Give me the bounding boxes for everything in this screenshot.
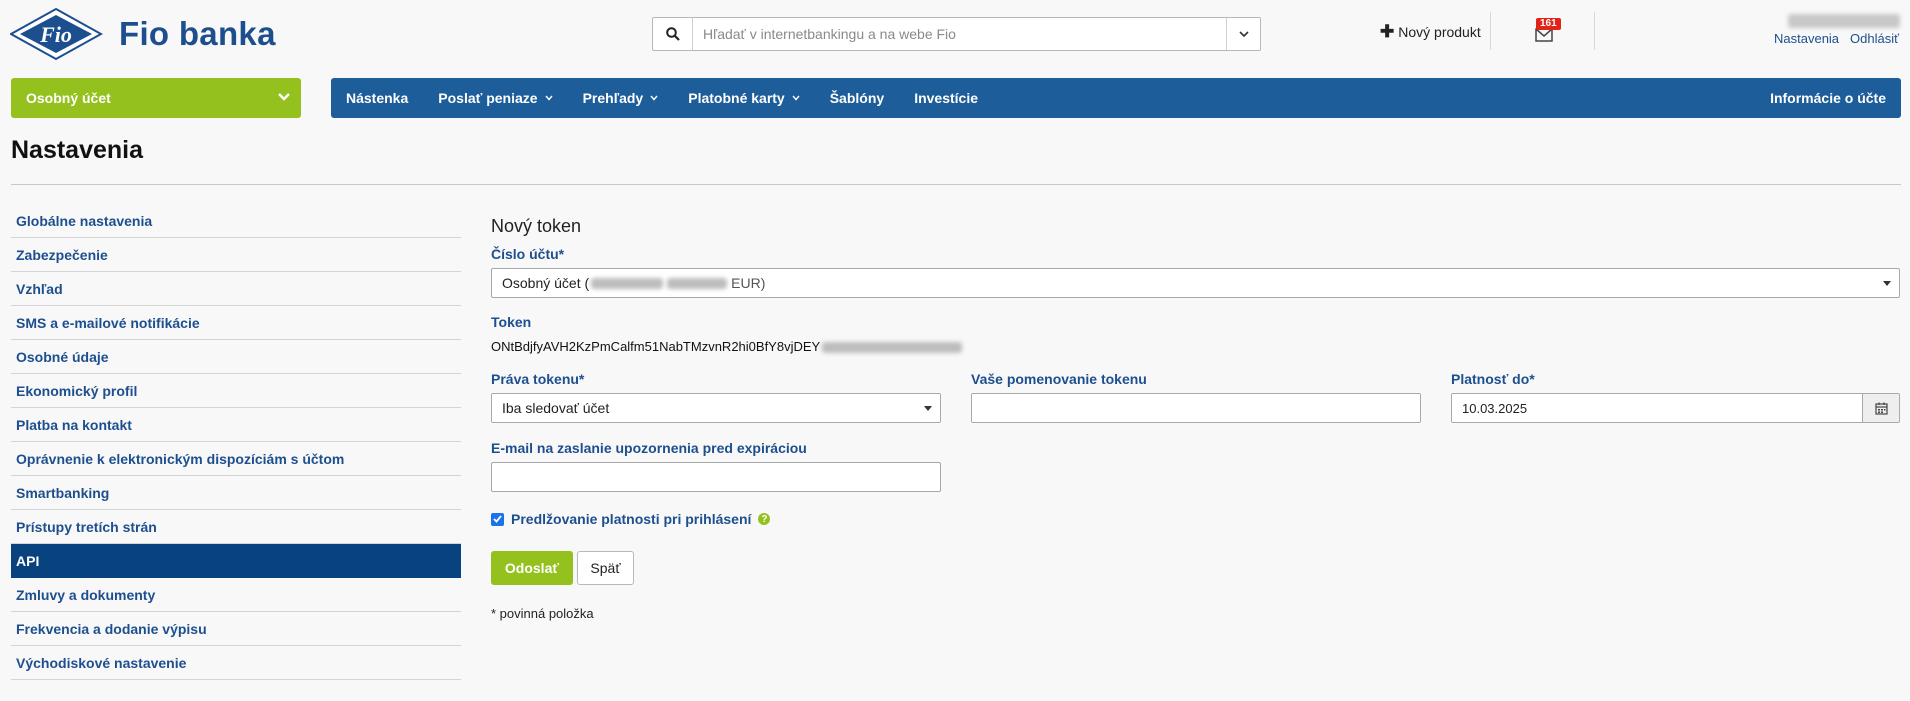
- validity-date-value: 10.03.2025: [1462, 400, 1528, 416]
- help-icon[interactable]: ?: [758, 513, 771, 525]
- user-name-redacted: [1788, 14, 1900, 28]
- validity-date-input[interactable]: 10.03.2025: [1451, 393, 1900, 423]
- token-name-input[interactable]: [971, 393, 1421, 423]
- nav-item-investments[interactable]: Investície: [899, 78, 993, 118]
- sidebar-item-default-settings[interactable]: Východiskové nastavenie: [11, 646, 461, 680]
- nav-label: Nástenka: [346, 90, 409, 106]
- nav-item-templates[interactable]: Šablóny: [815, 78, 899, 118]
- expiry-email-label: E-mail na zaslanie upozornenia pred expi…: [491, 440, 807, 456]
- sidebar-item-smartbanking[interactable]: Smartbanking: [11, 476, 461, 510]
- nav-item-overviews[interactable]: Prehľady: [568, 78, 674, 118]
- nav-item-send-money[interactable]: Poslať peniaze: [423, 78, 567, 118]
- page-title: Nastavenia: [11, 136, 144, 164]
- nav-label: Prehľady: [582, 90, 644, 106]
- account-value-prefix: Osobný účet (: [502, 275, 590, 291]
- token-label: Token: [491, 314, 532, 330]
- account-value-suffix: EUR): [731, 275, 766, 291]
- divider: [11, 184, 1901, 185]
- nav-item-account-info[interactable]: Informácie o účte: [1755, 78, 1901, 118]
- nav-label: Informácie o účte: [1770, 90, 1886, 106]
- main-nav: Nástenka Poslať peniaze Prehľady Platobn…: [331, 78, 1901, 118]
- redacted-account-number: [591, 277, 664, 289]
- caret-down-icon: [924, 406, 932, 411]
- sidebar-item-electronic-authorization[interactable]: Oprávnenie k elektronickým dispozíciám s…: [11, 442, 461, 476]
- sidebar-item-appearance[interactable]: Vzhľad: [11, 272, 461, 306]
- chevron-down-icon: [278, 93, 290, 101]
- token-value: ONtBdjfyAVH2KzPmCalfm51NabTMzvnR2hi0BfY8…: [491, 339, 964, 354]
- logout-link[interactable]: Odhlásiť: [1850, 31, 1899, 46]
- expiry-email-input[interactable]: [491, 462, 941, 492]
- nav-label: Investície: [914, 90, 979, 106]
- divider: [1594, 12, 1595, 50]
- back-button[interactable]: Späť: [577, 551, 634, 585]
- logo-mark-text: Fio: [39, 22, 72, 47]
- plus-icon: ✚: [1380, 22, 1395, 41]
- calendar-button[interactable]: [1862, 394, 1899, 422]
- sidebar-item-api[interactable]: API: [11, 544, 461, 578]
- brand-name: Fio banka: [119, 15, 276, 52]
- extend-validity-checkbox[interactable]: Predlžovanie platnosti pri prihlásení ?: [491, 511, 771, 527]
- token-name-label: Vaše pomenovanie tokenu: [971, 371, 1147, 387]
- sidebar-item-security[interactable]: Zabezpečenie: [11, 238, 461, 272]
- messages-count-badge: 161: [1536, 18, 1561, 30]
- new-product-label: Nový produkt: [1398, 24, 1481, 40]
- form-title: Nový token: [491, 216, 582, 236]
- account-selector[interactable]: Osobný účet: [11, 78, 301, 118]
- account-selector-label: Osobný účet: [26, 90, 111, 106]
- search-dropdown-button[interactable]: [1226, 18, 1260, 50]
- token-rights-value: Iba sledovať účet: [502, 400, 610, 416]
- extend-validity-label: Predlžovanie platnosti pri prihlásení: [511, 511, 752, 527]
- calendar-icon: [1874, 402, 1888, 415]
- chevron-down-icon: [792, 95, 800, 101]
- account-number-select[interactable]: Osobný účet ( EUR): [491, 268, 1900, 298]
- required-note: * povinná položka: [491, 606, 594, 621]
- settings-link[interactable]: Nastavenia: [1774, 31, 1839, 46]
- sidebar-item-economic-profile[interactable]: Ekonomický profil: [11, 374, 461, 408]
- token-rights-select[interactable]: Iba sledovať účet: [491, 393, 941, 423]
- fio-logo[interactable]: Fio Fio banka: [10, 7, 276, 61]
- nav-label: Šablóny: [829, 90, 885, 106]
- sidebar-item-statement-frequency[interactable]: Frekvencia a dodanie výpisu: [11, 612, 461, 646]
- top-links: Nastavenia Odhlásiť: [1774, 31, 1899, 46]
- account-number-label: Číslo účtu*: [491, 246, 565, 262]
- sidebar-item-third-party[interactable]: Prístupy tretích strán: [11, 510, 461, 544]
- nav-label: Platobné karty: [688, 90, 785, 106]
- checkbox-checked-icon[interactable]: [491, 512, 504, 526]
- sidebar-item-global[interactable]: Globálne nastavenia: [11, 204, 461, 238]
- submit-button[interactable]: Odoslať: [491, 551, 573, 585]
- nav-item-dashboard[interactable]: Nástenka: [331, 78, 423, 118]
- chevron-down-icon: [545, 95, 553, 101]
- caret-down-icon: [1883, 281, 1891, 286]
- settings-sidebar: Globálne nastavenia Zabezpečenie Vzhľad …: [11, 204, 461, 680]
- search-input[interactable]: [693, 18, 1226, 50]
- sidebar-item-contracts[interactable]: Zmluvy a dokumenty: [11, 578, 461, 612]
- token-text: ONtBdjfyAVH2KzPmCalfm51NabTMzvnR2hi0BfY8…: [491, 339, 821, 354]
- validity-label: Platnosť do*: [1451, 371, 1535, 387]
- divider: [1490, 12, 1491, 50]
- nav-item-cards[interactable]: Platobné karty: [673, 78, 814, 118]
- sidebar-item-notifications[interactable]: SMS a e-mailové notifikácie: [11, 306, 461, 340]
- search-icon[interactable]: [653, 18, 693, 50]
- fio-logo-icon: Fio: [10, 7, 103, 61]
- nav-label: Poslať peniaze: [438, 90, 538, 106]
- token-rights-label: Práva tokenu*: [491, 371, 585, 387]
- chevron-down-icon: [650, 95, 658, 101]
- messages-button[interactable]: 161: [1533, 18, 1561, 44]
- sidebar-item-personal-data[interactable]: Osobné údaje: [11, 340, 461, 374]
- redacted-balance: [667, 277, 728, 289]
- envelope-icon: [1535, 28, 1553, 42]
- search-bar: [652, 17, 1261, 51]
- redacted-token-part: [822, 342, 963, 354]
- new-product-button[interactable]: ✚ Nový produkt: [1380, 22, 1481, 41]
- sidebar-item-pay-to-contact[interactable]: Platba na kontakt: [11, 408, 461, 442]
- chevron-down-icon: [1238, 30, 1249, 37]
